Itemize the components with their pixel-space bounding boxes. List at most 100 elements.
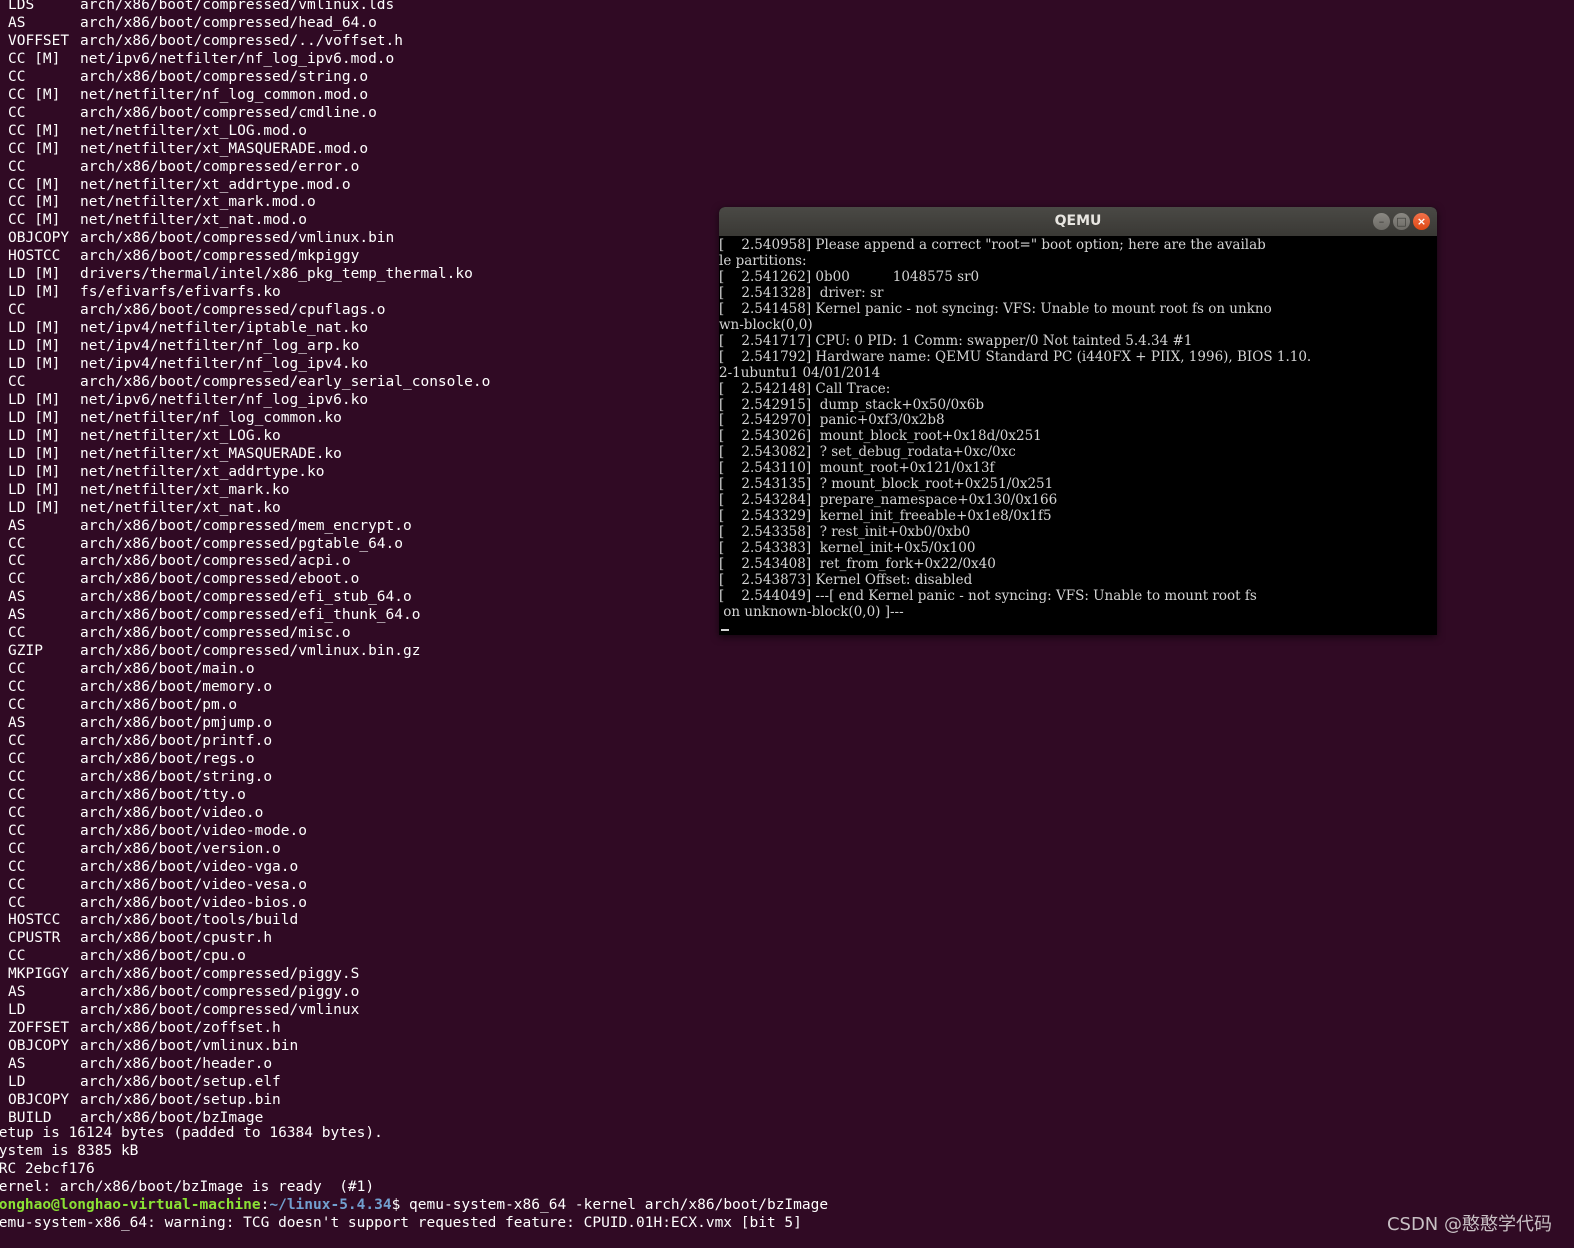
- build-tag: CC: [8, 535, 26, 552]
- build-tag: MKPIGGY: [8, 966, 70, 983]
- build-tag: AS: [8, 984, 26, 1001]
- console-line: [ 2.542970] panic+0xf3/0x2b8: [719, 412, 945, 429]
- build-path: net/netfilter/xt_mark.mod.o: [80, 194, 316, 211]
- build-path: arch/x86/boot/compressed/string.o: [80, 68, 369, 85]
- summary-line: Kernel: arch/x86/boot/bzImage is ready (…: [0, 1179, 375, 1195]
- build-tag: CC: [8, 876, 26, 893]
- console-line: [ 2.541262] 0b00 1048575 sr0: [719, 268, 980, 285]
- build-path: arch/x86/boot/video-vesa.o: [80, 876, 307, 893]
- build-path: net/netfilter/xt_LOG.mod.o: [80, 122, 307, 139]
- build-tag: CC [M]: [8, 212, 61, 229]
- close-icon[interactable]: ×: [1413, 213, 1430, 230]
- build-path: arch/x86/boot/video-vga.o: [80, 858, 299, 875]
- build-path: arch/x86/boot/compressed/cmdline.o: [80, 104, 377, 121]
- console-line: [ 2.541328] driver: sr: [719, 284, 884, 301]
- qemu-console[interactable]: [ 2.540958] Please append a correct "roo…: [719, 236, 1437, 635]
- build-tag: CC [M]: [8, 194, 61, 211]
- build-tag: AS: [8, 517, 26, 534]
- console-line: [ 2.541792] Hardware name: QEMU Standard…: [719, 348, 1312, 365]
- build-tag: CC: [8, 158, 26, 175]
- console-line: [ 2.543082] ? set_debug_rodata+0xc/0xc: [719, 444, 1016, 461]
- console-line: [ 2.542915] dump_stack+0x50/0x6b: [719, 396, 985, 413]
- prompt-user-host: longhao@longhao-virtual-machine: [0, 1197, 261, 1213]
- build-tag: CC: [8, 786, 26, 803]
- build-tag: CC: [8, 625, 26, 642]
- build-tag: OBJCOPY: [8, 1038, 70, 1055]
- build-tag: LD [M]: [8, 445, 61, 462]
- build-tag: LD [M]: [8, 391, 61, 408]
- build-tag: LD [M]: [8, 409, 61, 426]
- build-tag: CC: [8, 68, 26, 85]
- build-tag: ZOFFSET: [8, 1020, 70, 1037]
- build-tag: LD [M]: [8, 463, 61, 480]
- build-path: net/netfilter/xt_LOG.ko: [80, 427, 281, 444]
- build-tag: LD [M]: [8, 338, 61, 355]
- build-path: arch/x86/boot/compressed/error.o: [80, 158, 360, 175]
- build-path: net/netfilter/xt_nat.mod.o: [80, 212, 307, 229]
- build-path: arch/x86/boot/compressed/piggy.o: [80, 984, 360, 1001]
- build-path: arch/x86/boot/compressed/../voffset.h: [80, 32, 404, 49]
- build-path: arch/x86/boot/compressed/early_serial_co…: [80, 373, 491, 390]
- build-path: net/netfilter/xt_mark.ko: [80, 481, 290, 498]
- build-tag: GZIP: [8, 643, 43, 660]
- console-line: 2-1ubuntu1 04/01/2014: [719, 364, 881, 381]
- build-tag: OBJCOPY: [8, 1091, 70, 1108]
- console-line: [ 2.543358] ? rest_init+0xb0/0xb0: [719, 524, 971, 541]
- build-path: arch/x86/boot/memory.o: [80, 679, 273, 696]
- prompt-symbol: $: [391, 1197, 401, 1213]
- build-tag: LD [M]: [8, 356, 61, 372]
- build-tag: HOSTCC: [8, 912, 61, 929]
- console-line: [ 2.541717] CPU: 0 PID: 1 Comm: swapper/…: [719, 332, 1193, 349]
- build-tag: LD [M]: [8, 481, 61, 498]
- build-path: arch/x86/boot/compressed/piggy.S: [80, 966, 360, 983]
- build-tag: LD [M]: [8, 266, 61, 283]
- console-line: [ 2.543329] kernel_init_freeable+0x1e8/0…: [719, 508, 1052, 525]
- build-tag: CC: [8, 373, 26, 390]
- console-line: [ 2.543873] Kernel Offset: disabled: [719, 571, 973, 588]
- console-line: [ 2.541458] Kernel panic - not syncing: …: [719, 300, 1272, 317]
- qemu-window[interactable]: QEMU – □ × [ 2.540958] Please append a c…: [719, 207, 1437, 635]
- console-line: [ 2.543026] mount_block_root+0x18d/0x251: [719, 428, 1042, 445]
- console-cursor: [721, 629, 729, 631]
- build-path: arch/x86/boot/pm.o: [80, 697, 238, 714]
- maximize-icon[interactable]: □: [1393, 213, 1410, 230]
- build-tag: CC: [8, 804, 26, 821]
- build-tag: CC: [8, 302, 26, 319]
- build-path: arch/x86/boot/video.o: [80, 804, 264, 821]
- build-path: arch/x86/boot/printf.o: [80, 732, 273, 749]
- build-tag: LD: [8, 1074, 26, 1090]
- build-path: net/ipv4/netfilter/nf_log_arp.ko: [80, 338, 360, 355]
- build-path: net/netfilter/xt_MASQUERADE.mod.o: [80, 140, 369, 157]
- build-tag: CC: [8, 768, 26, 785]
- build-path: arch/x86/boot/compressed/vmlinux.bin.gz: [80, 643, 421, 660]
- build-path: arch/x86/boot/video-mode.o: [80, 822, 307, 839]
- build-tag: AS: [8, 607, 26, 624]
- build-tag: VOFFSET: [8, 32, 70, 49]
- summary-line: System is 8385 kB: [0, 1143, 139, 1159]
- build-tag: LD: [8, 1002, 26, 1019]
- build-tag: CC [M]: [8, 176, 61, 193]
- minimize-icon[interactable]: –: [1373, 213, 1390, 230]
- qemu-titlebar[interactable]: QEMU – □ ×: [719, 207, 1437, 236]
- build-tag: AS: [8, 14, 26, 31]
- build-path: arch/x86/boot/main.o: [80, 661, 255, 678]
- console-line: [ 2.540958] Please append a correct "roo…: [719, 237, 1266, 253]
- build-tag: CC: [8, 571, 26, 588]
- build-tag: LD [M]: [8, 320, 61, 337]
- build-path: arch/x86/boot/version.o: [80, 840, 281, 857]
- build-path: arch/x86/boot/compressed/misc.o: [80, 625, 351, 642]
- build-tag: CC: [8, 750, 26, 767]
- build-path: net/netfilter/nf_log_common.mod.o: [80, 86, 369, 103]
- summary-line: Setup is 16124 bytes (padded to 16384 by…: [0, 1125, 383, 1141]
- build-path: arch/x86/boot/zoffset.h: [80, 1020, 281, 1037]
- build-path: arch/x86/boot/compressed/vmlinux: [80, 1002, 360, 1019]
- build-tag: LDS: [8, 0, 35, 13]
- build-path: arch/x86/boot/cpu.o: [80, 948, 246, 965]
- build-tag: AS: [8, 715, 26, 731]
- build-path: arch/x86/boot/vmlinux.bin: [80, 1038, 299, 1055]
- console-line: wn-block(0,0): [719, 316, 813, 333]
- summary-line: CRC 2ebcf176: [0, 1161, 95, 1177]
- prompt-cwd: ~/linux-5.4.34: [269, 1197, 392, 1213]
- build-path: arch/x86/boot/compressed/vmlinux.lds: [80, 0, 395, 13]
- build-tag: CC [M]: [8, 50, 61, 67]
